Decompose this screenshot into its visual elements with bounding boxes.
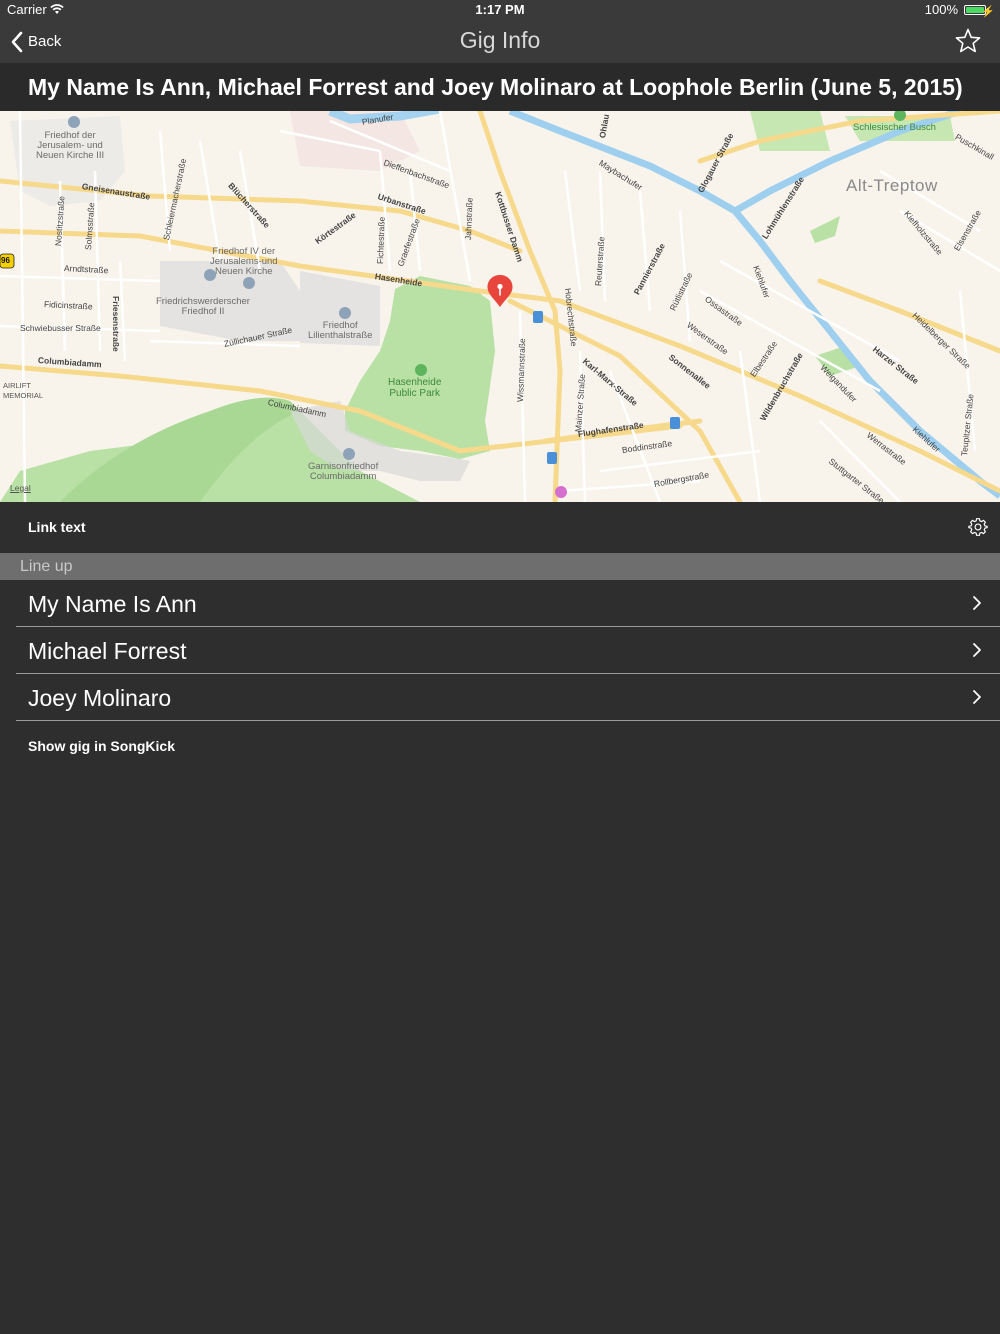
- map-label-schlesischer-busch: Schlesischer Busch: [853, 122, 936, 133]
- map-label-friedhof-iv: Friedhof IV der Jerusalems-und Neuen Kir…: [210, 246, 278, 277]
- lineup-list: My Name Is Ann Michael Forrest Joey Moli…: [0, 580, 1000, 721]
- status-bar: Carrier 1:17 PM 100% ⚡: [0, 0, 1000, 20]
- charging-icon: ⚡: [981, 6, 995, 18]
- street-jahnstrasse: Jahnstraße: [463, 197, 475, 241]
- map-label-hasenheide-park: Hasenheide Public Park: [388, 377, 442, 399]
- artist-name: My Name Is Ann: [28, 591, 197, 617]
- lineup-header-label: Line up: [20, 558, 73, 575]
- street-schwiebusser: Schwiebusser Straße: [20, 323, 101, 333]
- chevron-right-icon: [973, 643, 981, 657]
- gear-icon[interactable]: [968, 517, 988, 537]
- gig-title-bar: My Name Is Ann, Michael Forrest and Joey…: [0, 63, 1000, 111]
- gig-title: My Name Is Ann, Michael Forrest and Joey…: [28, 74, 963, 100]
- map-label-friedhof-jerusalem: Friedhof der Jerusalem- und Neuen Kirche…: [36, 130, 105, 161]
- artist-name: Michael Forrest: [28, 638, 187, 664]
- map-view[interactable]: Friedhof der Jerusalem- und Neuen Kirche…: [0, 111, 1000, 502]
- lineup-item[interactable]: My Name Is Ann: [16, 580, 1000, 627]
- street-fichtestrasse: Fichtestraße: [375, 216, 387, 265]
- lineup-section-header: Line up: [0, 553, 1000, 580]
- chevron-right-icon: [973, 690, 981, 704]
- map-pin-icon[interactable]: [486, 274, 514, 308]
- chevron-right-icon: [973, 596, 981, 610]
- link-row: Link text: [0, 502, 1000, 553]
- map-label-lilienthal: Friedhof Lilienthalstraße: [308, 320, 373, 341]
- favorite-star-icon[interactable]: [954, 27, 982, 55]
- page-title: Gig Info: [459, 27, 541, 53]
- map-legal-link[interactable]: Legal: [10, 483, 31, 493]
- battery-percent: 100%: [924, 2, 958, 17]
- map-road-badge: 96: [1, 256, 10, 265]
- map-label-friedrichswerderscher: Friedrichswerderscher Friedhof II: [156, 296, 250, 317]
- map-label-airlift: AIRLIFT MEMORIAL: [3, 381, 44, 400]
- lineup-item[interactable]: Joey Molinaro: [16, 674, 1000, 721]
- top-bar: Carrier 1:17 PM 100% ⚡ Back Gig Info: [0, 0, 1000, 63]
- map-label-garnison: Garnisonfriedhof Columbiadamm: [308, 461, 379, 482]
- artist-name: Joey Molinaro: [28, 685, 172, 711]
- map-label-area: Alt-Treptow: [846, 176, 938, 195]
- clock: 1:17 PM: [475, 2, 525, 17]
- street-friesenstrasse: Friesenstraße: [111, 296, 121, 352]
- link-text-button[interactable]: Link text: [28, 519, 86, 535]
- songkick-link[interactable]: Show gig in SongKick: [28, 738, 175, 754]
- lineup-item[interactable]: Michael Forrest: [16, 627, 1000, 674]
- navigation-bar: Back Gig Info: [0, 20, 1000, 63]
